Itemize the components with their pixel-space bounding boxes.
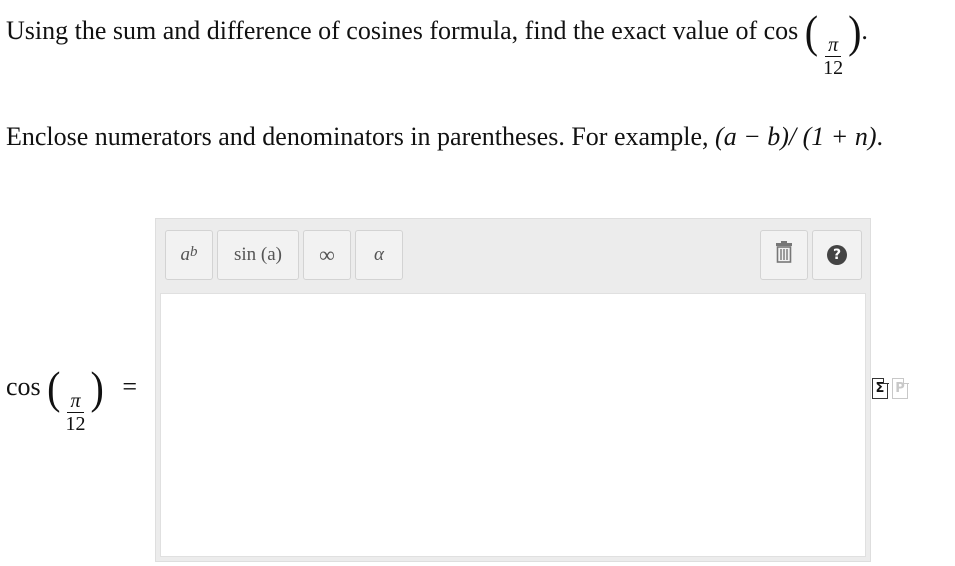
power-exponent: b bbox=[190, 243, 198, 260]
question-fraction: π 12 bbox=[820, 35, 846, 78]
sigma-math-icon[interactable]: Σ bbox=[872, 377, 889, 399]
instruction-text: Enclose numerators and denominators in p… bbox=[6, 122, 883, 152]
math-editor: ab sin (a) ∞ α ? bbox=[155, 218, 871, 562]
question-prefix: Using the sum and difference of cosines … bbox=[6, 16, 799, 45]
alpha-button[interactable]: α bbox=[355, 230, 403, 280]
instruction-end: . bbox=[876, 122, 883, 151]
help-icon: ? bbox=[827, 245, 847, 265]
power-base: a bbox=[180, 244, 191, 265]
lhs-fraction: π 12 bbox=[63, 391, 89, 434]
answer-input[interactable] bbox=[160, 293, 866, 557]
sin-button[interactable]: sin (a) bbox=[217, 230, 299, 280]
infinity-button[interactable]: ∞ bbox=[303, 230, 351, 280]
help-button[interactable]: ? bbox=[812, 230, 862, 280]
answer-lhs: cos (π 12) = bbox=[6, 361, 137, 435]
instruction-example: (a − b)/ (1 + n) bbox=[715, 122, 877, 151]
power-button[interactable]: ab bbox=[165, 230, 213, 280]
question-suffix: . bbox=[861, 16, 868, 45]
question-text: Using the sum and difference of cosines … bbox=[6, 5, 868, 79]
math-toolbar: ab sin (a) ∞ α ? bbox=[156, 219, 870, 291]
equals-sign: = bbox=[122, 372, 137, 401]
lhs-numerator: π bbox=[67, 391, 84, 413]
question-numerator: π bbox=[825, 35, 842, 57]
side-icons: Σ P bbox=[872, 377, 909, 399]
trash-button[interactable] bbox=[760, 230, 808, 280]
lhs-denominator: 12 bbox=[65, 413, 86, 435]
trash-icon bbox=[774, 241, 794, 269]
instruction-body: Enclose numerators and denominators in p… bbox=[6, 122, 709, 151]
question-denominator: 12 bbox=[823, 57, 844, 79]
plain-text-icon[interactable]: P bbox=[892, 377, 909, 399]
lhs-func: cos bbox=[6, 372, 41, 401]
